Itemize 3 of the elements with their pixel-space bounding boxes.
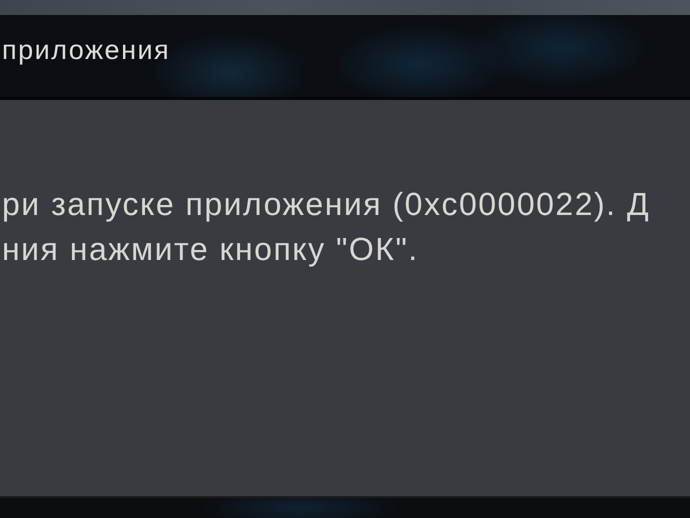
dialog-title: приложения <box>2 34 170 66</box>
error-message-line: ния нажмите кнопку "ОК". <box>2 230 420 269</box>
error-message-line: ри запуске приложения (0xc0000022). Д <box>2 185 652 224</box>
